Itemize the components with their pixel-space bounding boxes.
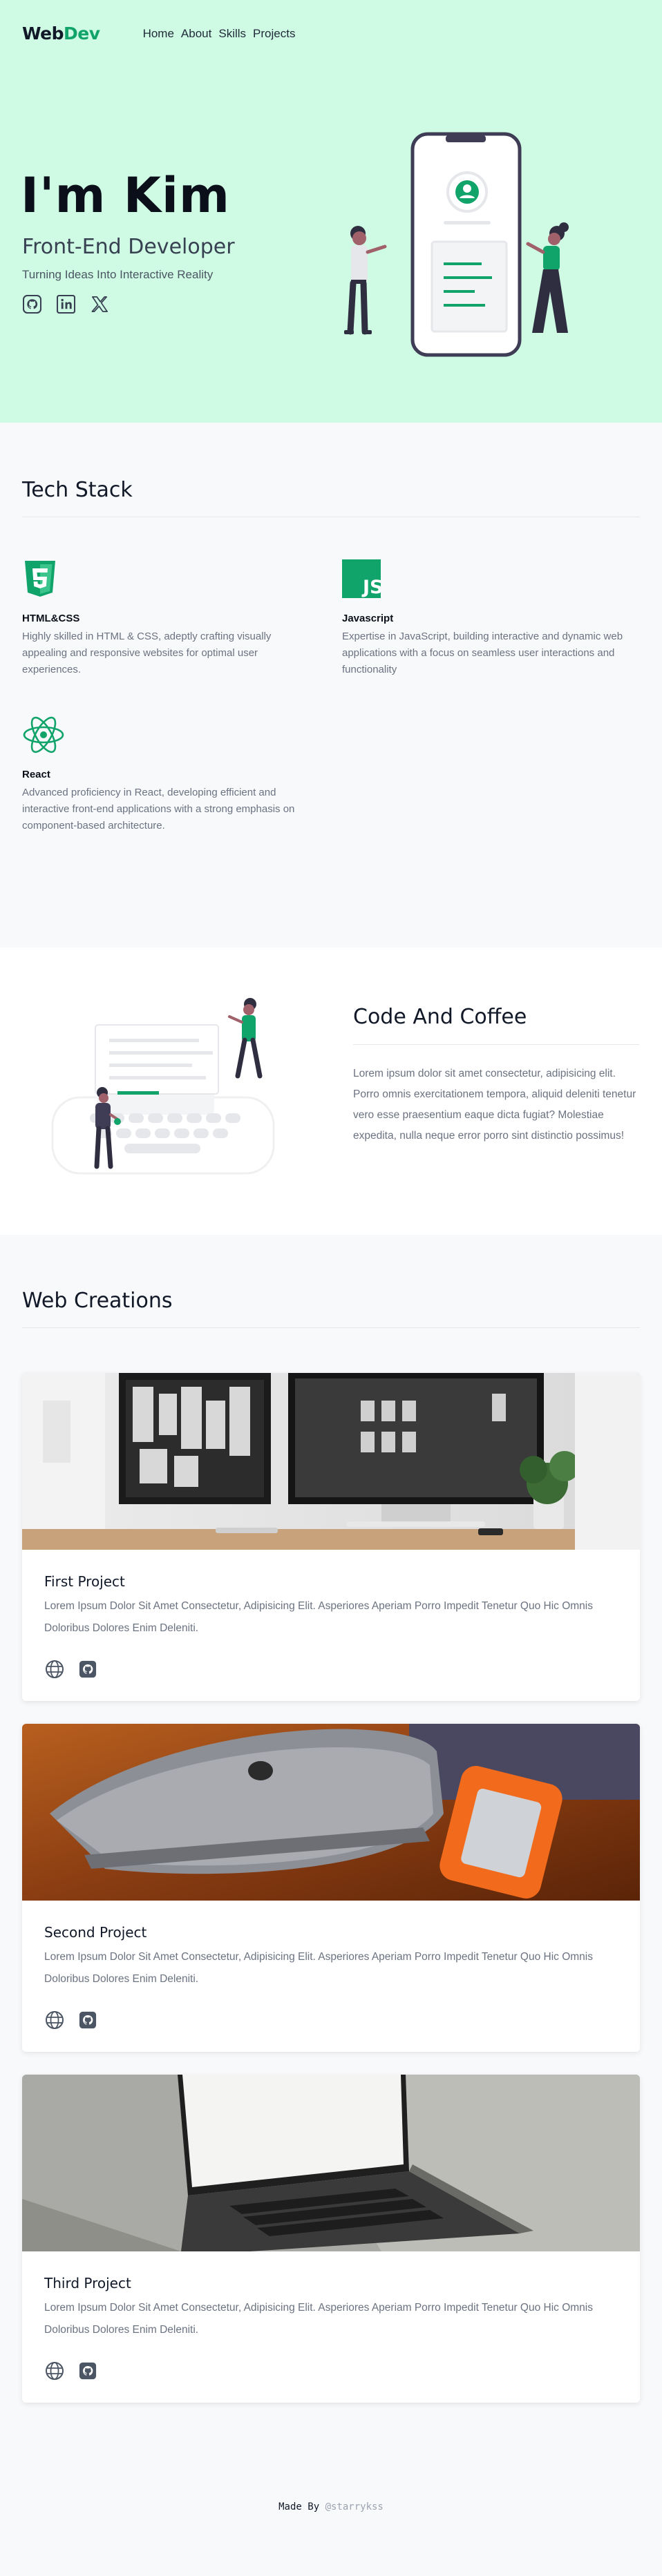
project-links <box>44 1659 98 1680</box>
project-links <box>44 2361 98 2381</box>
footer: Made By @starrykss <box>0 2501 662 2512</box>
logo-text-dev: Dev <box>64 23 100 44</box>
developer-illustration <box>332 131 587 369</box>
social-links <box>22 294 110 314</box>
project-desc: Lorem Ipsum Dolor Sit Amet Consectetur, … <box>44 2302 593 2336</box>
stack-item-desc: Highly skilled in HTML & CSS, adeptly cr… <box>22 631 272 675</box>
stack-item-title: React <box>22 769 50 780</box>
project-card-first: First Project Lorem Ipsum Dolor Sit Amet… <box>22 1373 640 1701</box>
hero-section: WebDev Home About Skills Projects I'm Ki… <box>0 0 662 423</box>
project-title: Second Project <box>44 1924 147 1941</box>
project-desc: Lorem Ipsum Dolor Sit Amet Consectetur, … <box>44 1951 593 1985</box>
stack-item-html-css: HTML&CSS Highly skilled in HTML & CSS, a… <box>22 559 312 678</box>
globe-icon[interactable] <box>44 1659 65 1680</box>
coding-illustration <box>48 997 283 1187</box>
project-card-third: Third Project Lorem Ipsum Dolor Sit Amet… <box>22 2075 640 2403</box>
nav-links: Home About Skills Projects <box>143 27 296 41</box>
divider <box>353 1044 639 1045</box>
footer-prefix: Made By <box>278 2501 325 2512</box>
project-title: Third Project <box>44 2275 131 2291</box>
divider <box>22 1327 640 1328</box>
footer-author-link[interactable]: @starrykss <box>325 2501 384 2512</box>
navbar: WebDev Home About Skills Projects <box>22 23 295 44</box>
globe-icon[interactable] <box>44 2010 65 2030</box>
site-logo[interactable]: WebDev <box>22 23 100 44</box>
stack-item-react: React Advanced proficiency in React, dev… <box>22 715 312 834</box>
react-icon <box>23 716 64 753</box>
github-icon[interactable] <box>77 2361 98 2381</box>
projects-section: Web Creations First Project Lorem Ipsum … <box>0 1235 662 2576</box>
stack-item-desc: Expertise in JavaScript, building intera… <box>342 631 623 675</box>
github-icon[interactable] <box>77 2010 98 2030</box>
tech-stack-section: Tech Stack HTML&CSS Highly skilled in HT… <box>0 423 662 948</box>
globe-icon[interactable] <box>44 2361 65 2381</box>
nav-link-skills[interactable]: Skills <box>218 27 246 41</box>
hero-tagline: Turning Ideas Into Interactive Reality <box>22 268 214 281</box>
project-card-second: Second Project Lorem Ipsum Dolor Sit Ame… <box>22 1724 640 2052</box>
project-image-laptop-corner <box>22 2075 640 2251</box>
hero-name: I'm Kim <box>21 167 230 224</box>
project-image-laptop-drive <box>22 1724 640 1901</box>
nav-link-about[interactable]: About <box>181 27 211 41</box>
about-title: Code And Coffee <box>353 1005 527 1029</box>
stack-item-title: HTML&CSS <box>22 613 80 624</box>
project-links <box>44 2010 98 2030</box>
github-icon[interactable] <box>22 294 42 314</box>
tech-stack-title: Tech Stack <box>22 478 133 502</box>
project-title: First Project <box>44 1573 125 1590</box>
nav-link-projects[interactable]: Projects <box>253 27 295 41</box>
project-desc: Lorem Ipsum Dolor Sit Amet Consectetur, … <box>44 1600 593 1634</box>
stack-item-javascript: JS Javascript Expertise in JavaScript, b… <box>342 559 632 678</box>
stack-item-title: Javascript <box>342 613 394 624</box>
about-section: Code And Coffee Lorem ipsum dolor sit am… <box>0 948 662 1235</box>
linkedin-icon[interactable] <box>56 294 76 314</box>
github-icon[interactable] <box>77 1659 98 1680</box>
svg-text:JS: JS <box>361 577 381 598</box>
about-text: Lorem ipsum dolor sit amet consectetur, … <box>353 1068 636 1142</box>
x-icon[interactable] <box>90 294 110 314</box>
stack-item-desc: Advanced proficiency in React, developin… <box>22 787 295 832</box>
logo-text-web: Web <box>22 23 64 44</box>
projects-title: Web Creations <box>22 1289 173 1313</box>
html5-icon <box>25 561 55 597</box>
javascript-icon: JS <box>342 559 384 598</box>
project-image-desk-monitors <box>22 1373 640 1550</box>
nav-link-home[interactable]: Home <box>143 27 174 41</box>
hero-role: Front-End Developer <box>22 235 235 259</box>
